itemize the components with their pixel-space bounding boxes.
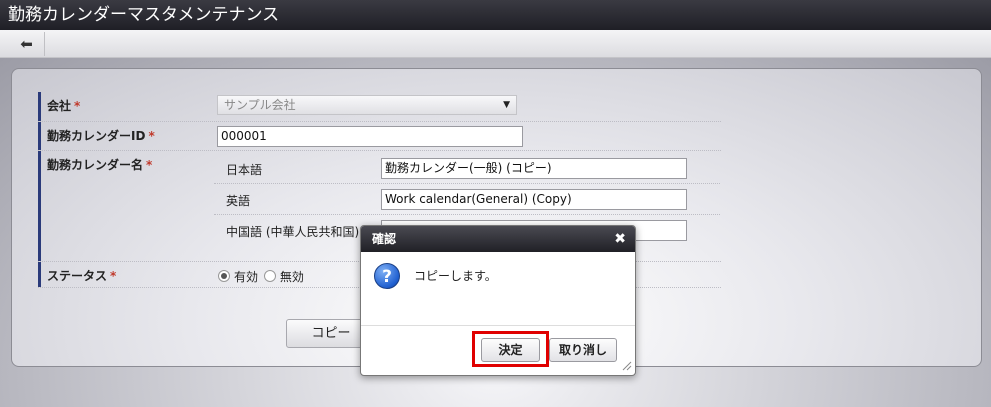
- name-input-en[interactable]: Work calendar(General) (Copy): [381, 189, 687, 210]
- back-button[interactable]: ⬅: [9, 32, 45, 56]
- radio-checked-icon[interactable]: [218, 270, 230, 282]
- status-option-inactive[interactable]: 無効: [263, 270, 304, 284]
- status-label: ステータス *: [38, 262, 186, 287]
- calendar-id-input[interactable]: 000001: [217, 126, 523, 147]
- dialog-title: 確認: [372, 232, 397, 246]
- company-select[interactable]: サンプル会社 ▼: [217, 95, 517, 115]
- status-option-active[interactable]: 有効: [218, 270, 258, 284]
- locale-label-ja: 日本語: [226, 163, 263, 177]
- toolbar: ⬅: [0, 30, 991, 58]
- cancel-button[interactable]: 取り消し: [549, 338, 617, 362]
- locale-label-zh: 中国語 (中華人民共和国): [226, 225, 360, 239]
- name-input-ja[interactable]: 勤務カレンダー(一般) (コピー): [381, 158, 687, 179]
- company-label: 会社 *: [38, 92, 186, 121]
- close-icon[interactable]: ✖: [614, 226, 626, 252]
- chevron-down-icon: ▼: [503, 100, 510, 110]
- resize-grip-icon[interactable]: [622, 361, 632, 371]
- question-icon: ?: [374, 263, 400, 289]
- arrow-left-icon: ⬅: [20, 35, 33, 53]
- status-radio-group: 有効 無効: [218, 268, 304, 285]
- radio-unchecked-icon[interactable]: [263, 270, 276, 282]
- dialog-message: コピーします。: [414, 269, 497, 283]
- locale-label-en: 英語: [226, 194, 251, 208]
- calendar-id-row: 勤務カレンダーID * 000001: [38, 122, 721, 151]
- calendar-id-label: 勤務カレンダーID *: [38, 122, 186, 150]
- highlight-box: [472, 331, 549, 367]
- window-title: 勤務カレンダーマスタメンテナンス: [0, 0, 991, 30]
- company-row: 会社 * サンプル会社 ▼: [38, 92, 721, 122]
- calendar-name-label: 勤務カレンダー名 *: [38, 151, 186, 261]
- dialog-header: 確認 ✖: [361, 226, 635, 252]
- dialog-body: ? コピーします。: [361, 252, 635, 326]
